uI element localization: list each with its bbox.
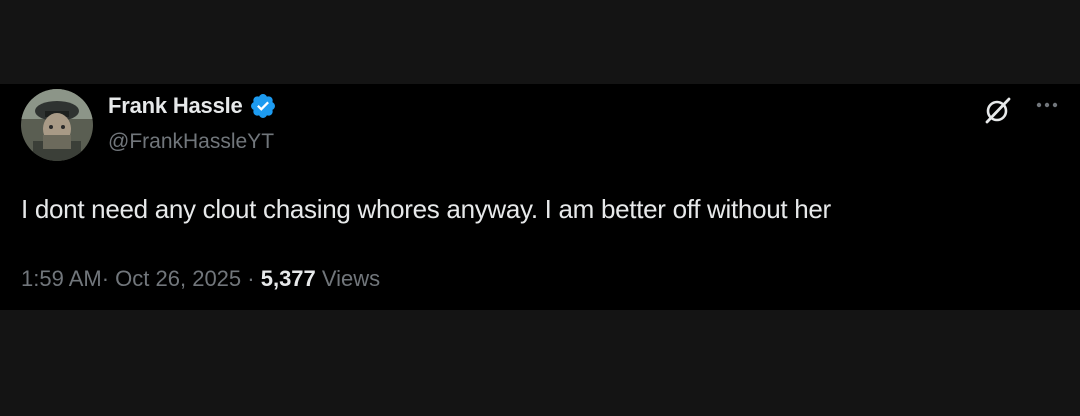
verified-badge-icon[interactable] [249, 92, 277, 120]
tweet-date[interactable]: Oct 26, 2025 [115, 266, 241, 291]
tweet-text: I dont need any clout chasing whores any… [21, 194, 831, 224]
more-icon[interactable] [1032, 92, 1062, 122]
avatar-image [21, 89, 93, 161]
avatar[interactable] [21, 89, 93, 161]
tweet-card[interactable]: Frank Hassle @FrankHassleYT I dont need … [0, 84, 1080, 310]
tweet-meta: 1:59 AM· Oct 26, 2025 · 5,377 Views [21, 266, 380, 292]
author-name[interactable]: Frank Hassle [108, 93, 243, 119]
dot-separator: · [241, 266, 261, 291]
views-count[interactable]: 5,377 [261, 266, 316, 291]
views-label: Views [315, 266, 381, 291]
tweet-time[interactable]: 1:59 AM [21, 266, 102, 291]
author-handle[interactable]: @FrankHassleYT [108, 130, 274, 154]
grok-icon[interactable] [982, 94, 1014, 126]
time-separator: · [101, 266, 116, 291]
author-name-row[interactable]: Frank Hassle [108, 92, 277, 120]
